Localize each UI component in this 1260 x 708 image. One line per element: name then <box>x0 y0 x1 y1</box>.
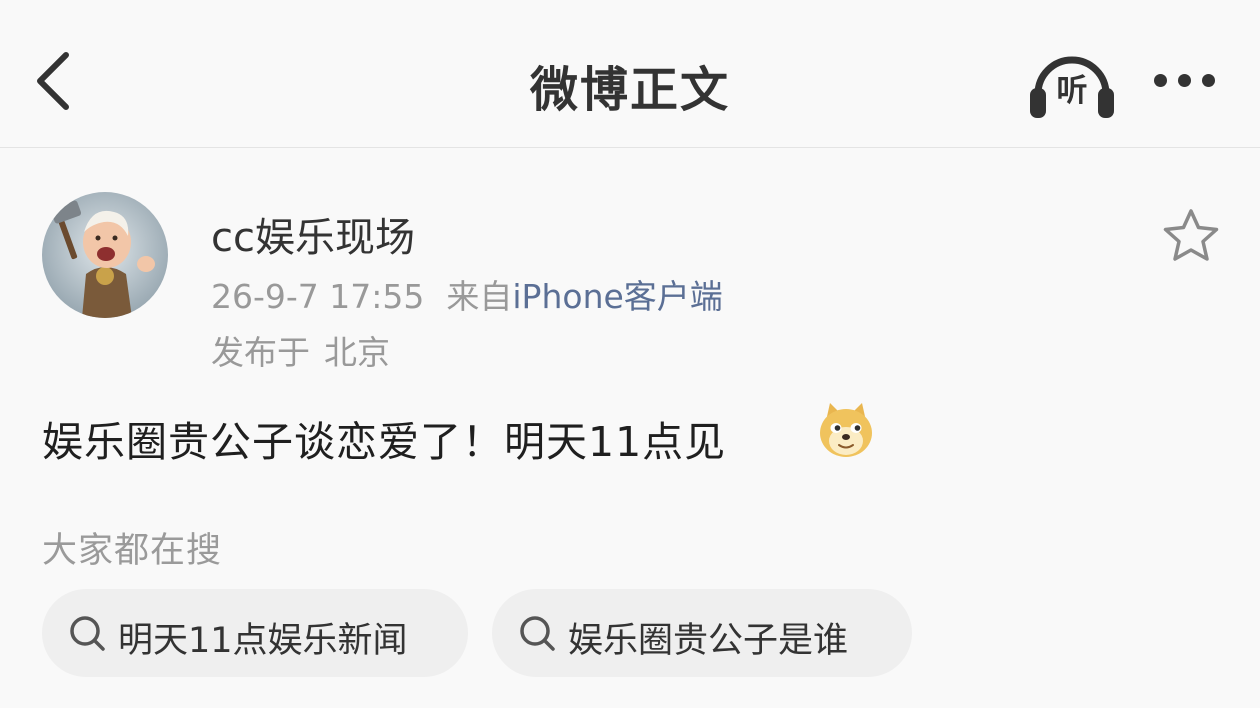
star-icon <box>1163 209 1219 261</box>
doge-emoji-icon <box>820 403 872 457</box>
location-value: 北京 <box>324 333 390 372</box>
post-location: 发布于 北京 <box>211 326 390 374</box>
trending-chip-label: 明天11点娱乐新闻 <box>118 621 408 661</box>
username[interactable]: cc娱乐现场 <box>211 205 415 263</box>
trending-label: 大家都在搜 <box>42 531 223 571</box>
source-prefix: 来自 <box>446 277 513 316</box>
source-link[interactable]: iPhone客户端 <box>512 277 722 316</box>
avatar[interactable] <box>42 192 168 318</box>
dot-icon <box>1154 74 1167 87</box>
trending-chip[interactable]: 娱乐圈贵公子是谁 <box>492 589 912 677</box>
listen-button[interactable]: 听 <box>1026 44 1118 120</box>
post-text: 娱乐圈贵公子谈恋爱了！明天11点见 <box>42 418 727 466</box>
post-meta: 26-9-7 17:55 来自iPhone客户端 <box>211 270 723 318</box>
listen-label: 听 <box>1056 73 1088 109</box>
location-label: 发布于 <box>211 333 310 372</box>
trending-chip[interactable]: 明天11点娱乐新闻 <box>42 589 468 677</box>
favorite-button[interactable] <box>1160 206 1222 266</box>
avatar-image <box>42 192 168 318</box>
search-icon <box>70 616 105 651</box>
more-options-button[interactable] <box>1146 60 1226 104</box>
top-navbar: 微博正文 听 <box>0 0 1260 148</box>
search-icon <box>520 616 555 651</box>
trending-chip-label: 娱乐圈贵公子是谁 <box>568 621 849 661</box>
post-time: 26-9-7 17:55 <box>211 277 425 316</box>
dot-icon <box>1202 74 1215 87</box>
dot-icon <box>1178 74 1191 87</box>
